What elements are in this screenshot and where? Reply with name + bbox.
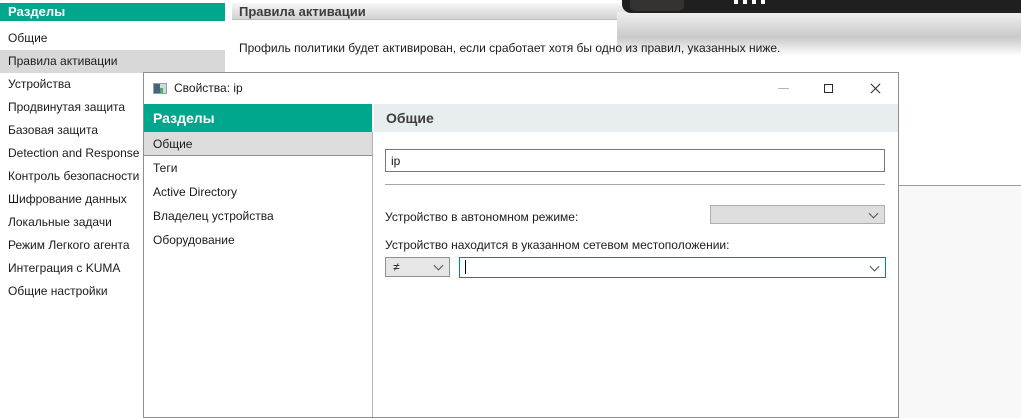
dialog-tab-oborudovanie[interactable]: Оборудование (144, 228, 372, 252)
policy-sidebar-header: Разделы (0, 3, 225, 21)
background-gradient (617, 12, 1021, 68)
properties-window-icon (153, 83, 167, 94)
dialog-tab-tegi[interactable]: Теги (144, 156, 372, 180)
form-divider (385, 184, 885, 185)
dialog-sidebar-header: Разделы (144, 104, 372, 132)
offline-mode-label: Устройство в автономном режиме: (385, 210, 579, 224)
network-location-label: Устройство находится в указанном сетевом… (385, 238, 730, 252)
activation-rules-description: Профиль политики будет активирован, если… (239, 41, 781, 55)
sidebar-item-pravila-aktivacii[interactable]: Правила активации (0, 50, 225, 73)
rule-name-input[interactable] (385, 149, 885, 172)
toolbar-segment (630, 0, 684, 11)
operator-select[interactable]: ≠ (385, 257, 450, 277)
dialog-title: Свойства: ip (174, 81, 243, 95)
dialog-tab-active-directory[interactable]: Active Directory (144, 180, 372, 204)
chevron-down-icon (868, 208, 879, 219)
rules-list-bottom-border (899, 185, 1021, 186)
dialog-sidebar: Общие Теги Active Directory Владелец уст… (144, 132, 372, 252)
offline-mode-select[interactable] (710, 205, 885, 224)
screen-share-toolbar[interactable] (622, 0, 1021, 13)
dialog-tab-vladelec-ustroystva[interactable]: Владелец устройства (144, 204, 372, 228)
rules-list-lower-area (899, 186, 1021, 418)
text-cursor (465, 260, 466, 274)
operator-value: ≠ (393, 260, 400, 274)
network-location-combo[interactable] (459, 257, 886, 278)
chevron-down-icon (869, 261, 880, 272)
close-button[interactable] (852, 73, 898, 104)
dialog-section-header: Общие (374, 104, 898, 132)
dialog-titlebar[interactable]: Свойства: ip (144, 73, 898, 104)
maximize-button[interactable] (806, 73, 852, 104)
minimize-button (760, 73, 806, 104)
dialog-tab-obschie[interactable]: Общие (144, 132, 372, 156)
dialog-sidebar-divider (372, 132, 373, 417)
maximize-icon (824, 84, 833, 93)
properties-dialog: Свойства: ip Разделы Общие Общие Теги Ac… (143, 72, 899, 418)
chevron-down-icon (433, 260, 444, 271)
minimize-icon (778, 88, 789, 89)
screen: Разделы Общие Правила активации Устройст… (0, 0, 1021, 418)
sidebar-item-obschie[interactable]: Общие (0, 27, 225, 50)
grip-dots-icon[interactable] (734, 0, 765, 4)
